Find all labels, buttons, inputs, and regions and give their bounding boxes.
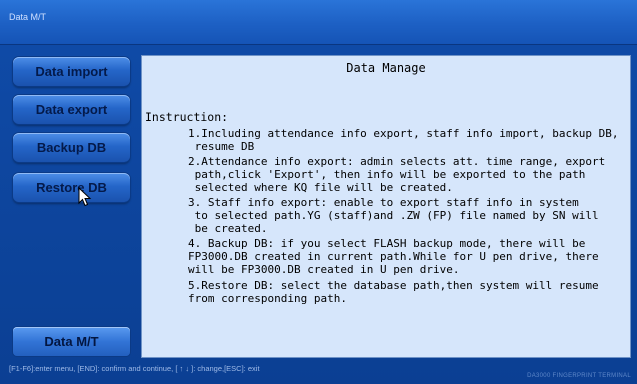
- data-export-button[interactable]: Data export: [13, 95, 130, 124]
- instruction-heading: Instruction:: [145, 110, 229, 124]
- instruction-item: 3. Staff info export: enable to export s…: [188, 196, 599, 235]
- instruction-item: 2.Attendance info export: admin selects …: [188, 155, 606, 194]
- instruction-item: 1.Including attendance info export, staf…: [188, 127, 619, 153]
- title-bar: Data M/T: [0, 0, 637, 45]
- data-import-button[interactable]: Data import: [13, 57, 130, 86]
- data-mt-button[interactable]: Data M/T: [13, 327, 130, 356]
- mouse-pointer-icon: [78, 187, 92, 207]
- application-window: Data M/T Data import Data export Backup …: [0, 0, 637, 384]
- window-title: Data M/T: [9, 12, 47, 22]
- panel-title: Data Manage: [346, 61, 426, 75]
- instruction-item: 4. Backup DB: if you select FLASH backup…: [188, 237, 599, 276]
- restore-db-button[interactable]: Restore DB: [13, 173, 130, 202]
- backup-db-button[interactable]: Backup DB: [13, 133, 130, 162]
- key-hint-text: [F1-F6]:enter menu, [END]: confirm and c…: [9, 364, 260, 373]
- data-manage-panel: Data Manage Instruction: 1.Including att…: [141, 55, 631, 358]
- status-bar: [F1-F6]:enter menu, [END]: confirm and c…: [0, 361, 637, 384]
- instruction-item: 5.Restore DB: select the database path,t…: [188, 279, 599, 305]
- brand-text: DA3000 FINGERPRINT TERMINAL: [527, 373, 631, 379]
